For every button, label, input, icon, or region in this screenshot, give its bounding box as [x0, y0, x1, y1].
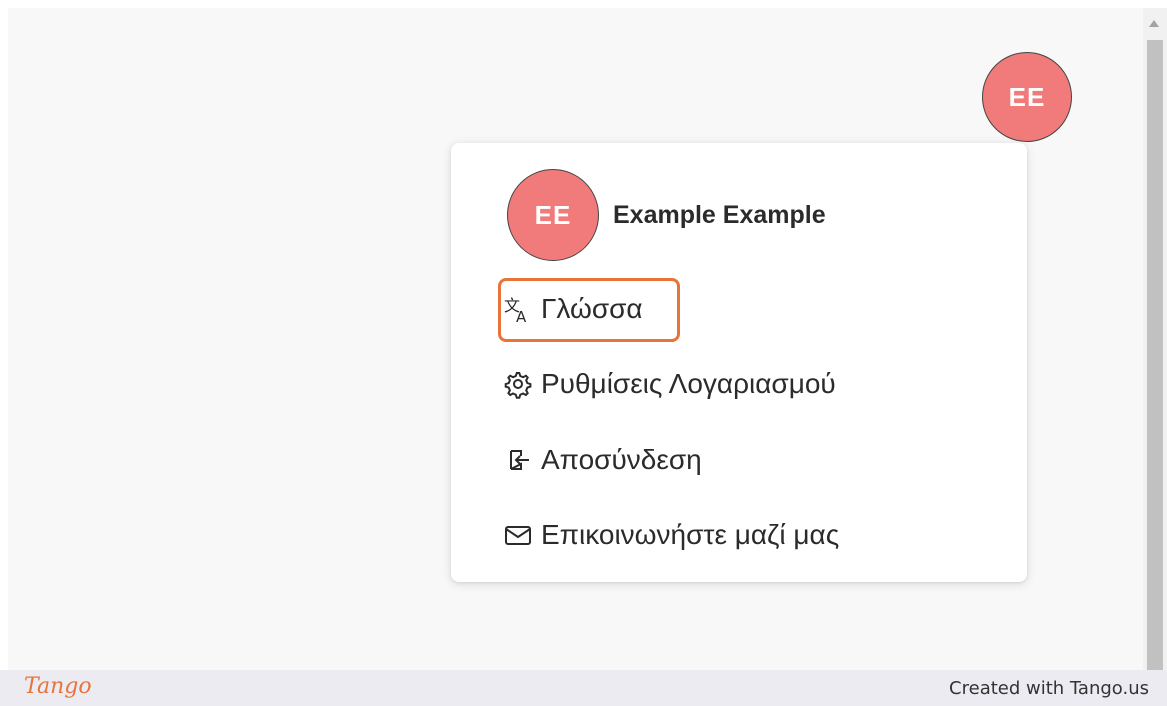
user-name: Example Example [613, 201, 826, 229]
window-top-edge [0, 0, 1167, 8]
svg-text:A: A [516, 308, 527, 324]
user-dropdown-menu: EE Example Example 文 A Γλώσσα Ρυθμίσεις … [451, 143, 1027, 582]
vertical-scrollbar[interactable] [1143, 8, 1167, 670]
menu-item-label: Ρυθμίσεις Λογαριασμού [541, 368, 836, 399]
scroll-thumb[interactable] [1147, 40, 1163, 670]
mail-icon [503, 520, 533, 550]
user-avatar-button[interactable]: EE [982, 52, 1072, 142]
menu-item-account-settings[interactable]: Ρυθμίσεις Λογαριασμού [503, 368, 836, 400]
menu-item-contact-us[interactable]: Επικοινωνήστε μαζί μας [503, 519, 839, 551]
menu-item-label: Επικοινωνήστε μαζί μας [541, 519, 840, 550]
avatar-initials: EE [1008, 81, 1046, 112]
tango-logo[interactable]: Tango [24, 674, 92, 699]
footer-bar: Tango Created with Tango.us [0, 670, 1167, 706]
menu-item-label: Γλώσσα [541, 293, 643, 324]
logout-icon [503, 445, 533, 475]
created-with-credit[interactable]: Created with Tango.us [949, 678, 1149, 699]
menu-item-label: Αποσύνδεση [541, 444, 702, 475]
menu-item-logout[interactable]: Αποσύνδεση [503, 444, 702, 476]
translate-icon: 文 A [503, 294, 533, 324]
scroll-up-arrow-icon[interactable] [1149, 20, 1159, 27]
menu-avatar: EE [507, 169, 599, 261]
menu-item-language[interactable]: 文 A Γλώσσα [503, 293, 643, 325]
window-left-edge [0, 0, 8, 670]
menu-avatar-initials: EE [534, 199, 572, 230]
gear-icon [503, 369, 533, 399]
